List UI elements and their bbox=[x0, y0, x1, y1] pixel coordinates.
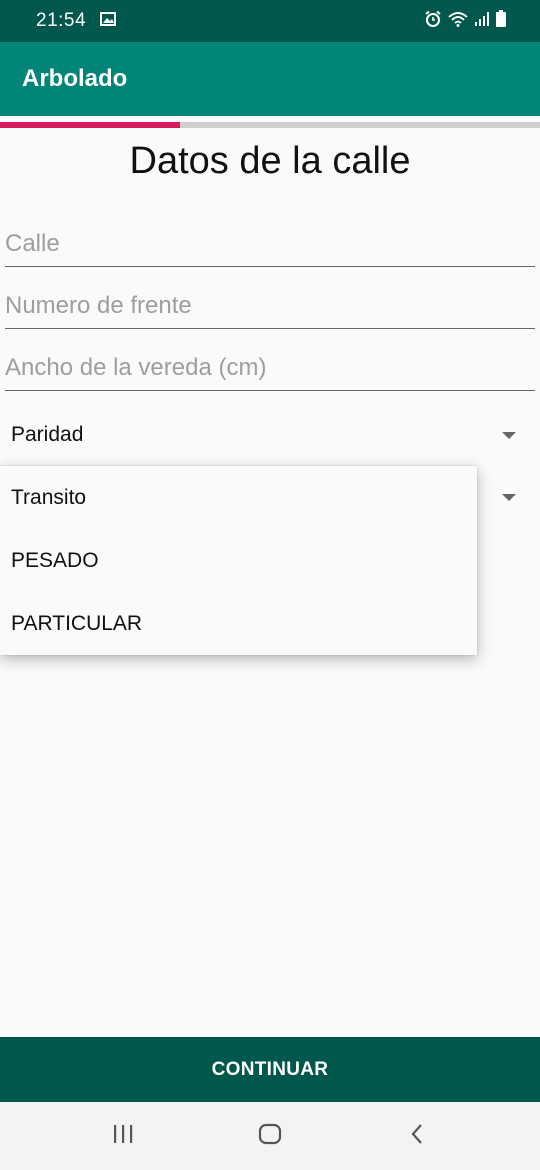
wifi-icon bbox=[448, 11, 468, 32]
transito-dropdown: Transito PESADO PARTICULAR bbox=[0, 466, 477, 655]
calle-field[interactable] bbox=[5, 221, 535, 267]
recent-apps-icon bbox=[112, 1124, 134, 1149]
battery-icon bbox=[496, 10, 506, 32]
signal-icon bbox=[474, 11, 490, 32]
ancho-vereda-field[interactable] bbox=[5, 345, 535, 391]
screen: 21:54 Arbolado Datos de la calle Calle N… bbox=[0, 0, 540, 1170]
back-icon bbox=[409, 1123, 425, 1150]
paridad-spinner[interactable]: Paridad bbox=[0, 408, 540, 462]
dropdown-item-particular[interactable]: PARTICULAR bbox=[0, 592, 477, 655]
back-button[interactable] bbox=[387, 1116, 447, 1156]
navigation-bar bbox=[0, 1102, 540, 1170]
continue-button[interactable]: CONTINUAR bbox=[0, 1037, 540, 1102]
home-button[interactable] bbox=[240, 1116, 300, 1156]
status-time: 21:54 bbox=[36, 10, 87, 31]
chevron-down-icon bbox=[502, 493, 516, 501]
page-title: Datos de la calle bbox=[129, 140, 411, 182]
recent-apps-button[interactable] bbox=[93, 1116, 153, 1156]
numero-frente-field[interactable] bbox=[5, 283, 535, 329]
image-icon bbox=[100, 11, 117, 31]
app-bar: Arbolado bbox=[0, 42, 540, 116]
status-bar: 21:54 bbox=[0, 0, 540, 42]
chevron-down-icon bbox=[502, 431, 516, 439]
home-icon bbox=[258, 1123, 282, 1150]
numero-frente-input[interactable] bbox=[5, 283, 535, 328]
ancho-vereda-input[interactable] bbox=[5, 345, 535, 390]
dropdown-item-pesado[interactable]: PESADO bbox=[0, 529, 477, 592]
paridad-value: Paridad bbox=[11, 423, 84, 446]
progress-bar bbox=[0, 122, 540, 128]
calle-input[interactable] bbox=[5, 221, 535, 266]
app-title: Arbolado bbox=[22, 65, 128, 92]
progress-fill bbox=[0, 122, 180, 128]
alarm-icon bbox=[424, 10, 442, 33]
dropdown-item-transito[interactable]: Transito bbox=[0, 466, 477, 529]
